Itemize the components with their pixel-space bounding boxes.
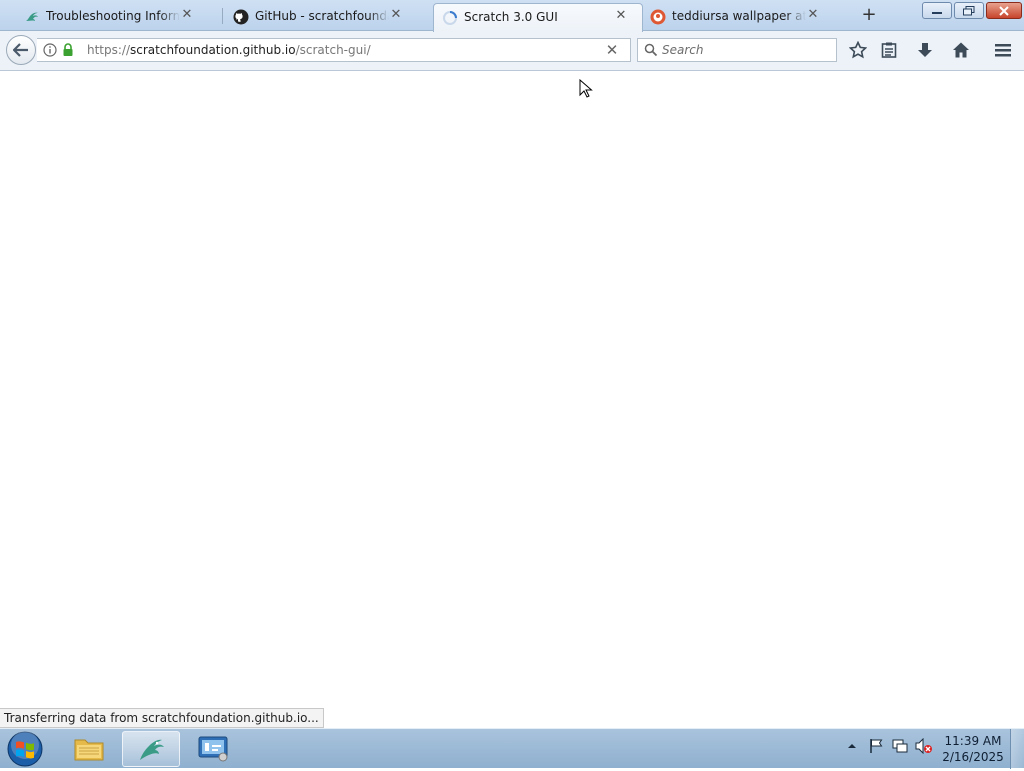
window-controls <box>922 2 1022 19</box>
show-desktop-button[interactable] <box>1010 729 1024 769</box>
page-content[interactable] <box>0 72 1024 728</box>
lock-icon[interactable] <box>62 43 74 57</box>
tab-title: teddiursa wallpaper at DuckDuckGo <box>672 9 806 23</box>
url-path: /scratch-gui/ <box>295 43 371 57</box>
minimize-icon <box>932 11 942 14</box>
close-window-button[interactable] <box>986 2 1022 19</box>
star-icon <box>849 41 867 59</box>
tab-close-icon[interactable]: ✕ <box>614 9 628 23</box>
home-icon <box>953 42 969 58</box>
search-input[interactable] <box>662 41 832 59</box>
tab-close-icon[interactable]: ✕ <box>806 8 820 22</box>
info-icon[interactable] <box>43 43 57 57</box>
scratch-dragon-icon <box>26 12 38 21</box>
tab-duckduckgo[interactable]: teddiursa wallpaper at DuckDuckGo ✕ <box>626 3 834 31</box>
address-bar[interactable]: https://scratchfoundation.github.io/scra… <box>37 38 631 62</box>
status-panel: Transferring data from scratchfoundation… <box>0 708 324 728</box>
mouse-pointer-icon <box>579 79 593 98</box>
restore-icon <box>963 5 975 15</box>
taskbar-clock[interactable]: 11:39 AM 2/16/2025 <box>940 733 1006 765</box>
folder-icon <box>74 739 104 761</box>
network-icon <box>892 739 908 753</box>
download-arrow-icon <box>918 43 932 57</box>
url-domain: scratchfoundation.github.io <box>130 43 296 57</box>
arrow-left-icon <box>13 43 28 57</box>
flag-icon <box>870 739 883 753</box>
new-tab-button[interactable]: + <box>859 5 879 25</box>
system-tray <box>843 737 933 755</box>
windows-taskbar: 11:39 AM 2/16/2025 <box>0 728 1024 769</box>
tab-close-icon[interactable]: ✕ <box>180 8 194 22</box>
back-button[interactable] <box>6 35 36 65</box>
clipboard-icon <box>881 42 897 58</box>
tab-title: Troubleshooting Information <box>46 9 180 23</box>
tab-title: GitHub - scratchfoundation/scratch-gui <box>255 9 389 23</box>
reading-list-button[interactable] <box>879 40 899 60</box>
stop-loading-button[interactable]: ✕ <box>604 42 620 58</box>
duckduckgo-icon <box>650 9 666 25</box>
bookmark-star-button[interactable] <box>848 40 868 60</box>
volume-button[interactable] <box>915 737 933 755</box>
show-hidden-icons-button[interactable] <box>843 737 861 755</box>
search-icon <box>644 43 658 57</box>
navigation-toolbar: https://scratchfoundation.github.io/scra… <box>0 31 1024 71</box>
network-button[interactable] <box>891 737 909 755</box>
downloads-button[interactable] <box>915 40 935 60</box>
tab-scratch-gui[interactable]: Scratch 3.0 GUI ✕ <box>433 3 643 32</box>
action-center-button[interactable] <box>867 737 885 755</box>
search-box[interactable] <box>637 38 837 62</box>
start-button[interactable] <box>5 730 45 768</box>
url-text: https://scratchfoundation.github.io/scra… <box>87 43 371 57</box>
tab-strip: Troubleshooting Information ✕ GitHub - s… <box>0 0 1024 32</box>
tab-troubleshooting[interactable]: Troubleshooting Information ✕ <box>0 3 208 31</box>
home-button[interactable] <box>951 40 971 60</box>
tab-close-icon[interactable]: ✕ <box>389 8 403 22</box>
restore-button[interactable] <box>954 2 984 19</box>
minimize-button[interactable] <box>922 2 952 19</box>
url-prefix: https:// <box>87 43 131 57</box>
hamburger-menu-icon <box>995 44 1011 57</box>
close-icon <box>999 5 1009 16</box>
loading-spinner-icon <box>443 11 457 25</box>
taskbar-file-explorer[interactable] <box>60 731 118 767</box>
chevron-up-icon <box>848 744 856 748</box>
volume-muted-icon <box>915 738 932 754</box>
tab-github[interactable]: GitHub - scratchfoundation/scratch-gui ✕ <box>209 3 417 31</box>
menu-button[interactable] <box>993 40 1013 60</box>
clock-time: 11:39 AM <box>944 734 1002 748</box>
taskbar-scratch-app[interactable] <box>122 731 180 767</box>
windows-orb-icon <box>7 731 43 767</box>
taskbar-control-panel[interactable] <box>184 731 242 767</box>
clock-date: 2/16/2025 <box>942 750 1004 764</box>
tab-title: Scratch 3.0 GUI <box>464 10 558 24</box>
scratch-dragon-icon <box>140 739 164 760</box>
github-icon <box>233 9 249 25</box>
control-panel-icon <box>198 736 228 762</box>
